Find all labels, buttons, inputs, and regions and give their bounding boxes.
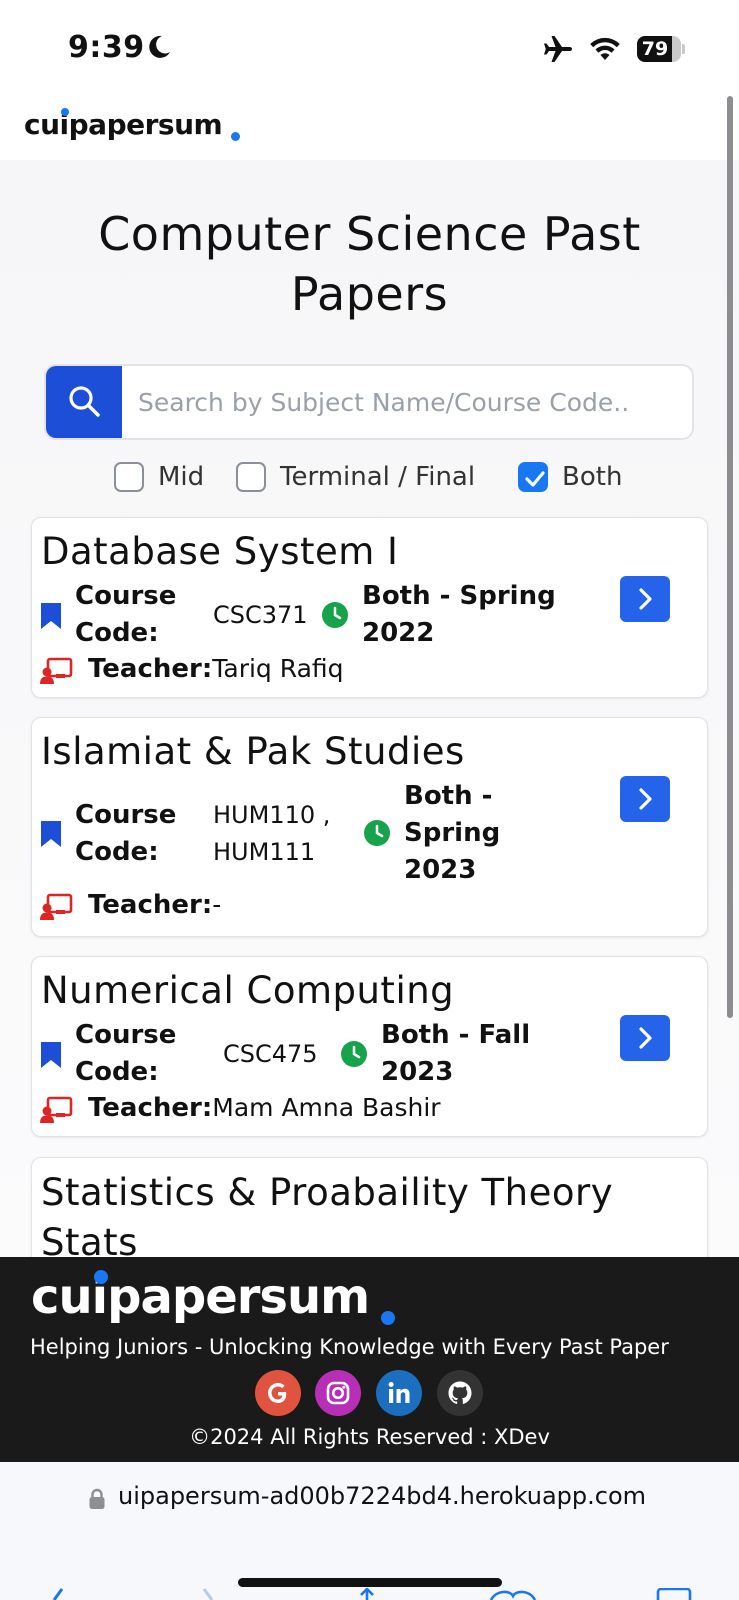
footer-logo-i-dot (94, 1270, 108, 1284)
search-input[interactable] (138, 366, 686, 438)
main-content: Computer Science Past Papers Mid Termina… (0, 160, 739, 1257)
filter-mid-label: Mid (158, 462, 205, 492)
paper-card[interactable]: Database System I Course Code: CSC371 Bo… (31, 517, 708, 698)
paper-card[interactable]: Numerical Computing Course Code: CSC475 … (31, 956, 708, 1137)
status-time: 9:39 (68, 30, 145, 65)
teacher-row: Teacher:Mam Amna Bashir (88, 1093, 441, 1123)
chevron-right-icon (639, 588, 652, 610)
site-header: cuipapersum (0, 90, 739, 160)
search-button[interactable] (46, 366, 122, 438)
terminal-checkbox[interactable] (236, 462, 266, 492)
chevron-right-icon (639, 1027, 652, 1049)
teacher-row: Teacher:- (88, 890, 221, 920)
back-icon[interactable] (48, 1588, 68, 1600)
url-text[interactable]: uipapersum-ad00b7224bd4.herokuapp.com (118, 1482, 646, 1510)
exam-term: Both - Spring 2022 (362, 581, 556, 648)
card-title: Islamiat & Pak Studies (41, 730, 465, 773)
teacher-name: Tariq Rafiq (212, 654, 344, 683)
page-title: Computer Science Past Papers (98, 207, 641, 321)
bookmark-icon (41, 603, 61, 629)
exam-type-filters: Mid Terminal / Final Both (0, 454, 739, 500)
both-checkbox[interactable] (518, 462, 548, 492)
clock-icon (341, 1041, 367, 1067)
filter-terminal-label: Terminal / Final (280, 462, 476, 492)
open-paper-button[interactable] (620, 576, 670, 622)
footer-logo-text: cuipapersum (31, 1269, 370, 1325)
battery-icon: 79 (637, 36, 685, 62)
teacher-icon (40, 893, 73, 920)
checkmark-icon (525, 471, 545, 487)
status-bar: 9:39 79 (0, 0, 739, 90)
teacher-label: Teacher: (88, 890, 213, 920)
teacher-label: Teacher: (88, 1093, 213, 1123)
instagram-link[interactable] (315, 1370, 361, 1416)
logo-dot (231, 132, 240, 141)
course-code-label: Course Code: (75, 1020, 177, 1087)
forward-icon[interactable] (200, 1588, 220, 1600)
logo-text: cuipapersum (24, 108, 223, 141)
mid-checkbox[interactable] (114, 462, 144, 492)
share-icon[interactable] (355, 1588, 379, 1600)
teacher-name: Mam Amna Bashir (212, 1093, 441, 1122)
clock-icon (364, 820, 390, 846)
footer-logo-dot (381, 1311, 395, 1325)
teacher-icon (40, 657, 73, 684)
exam-term: Both - Spring 2023 (404, 781, 501, 885)
course-code: CSC475 (223, 1040, 318, 1068)
paper-card[interactable]: Statistics & Proabaility Theory Stats (31, 1157, 708, 1257)
bookmark-icon (41, 821, 61, 847)
footer-tagline: Helping Juniors - Unlocking Knowledge wi… (30, 1335, 669, 1359)
linkedin-link[interactable] (376, 1370, 422, 1416)
filter-mid[interactable]: Mid (114, 454, 204, 500)
filter-both[interactable]: Both (518, 454, 622, 500)
search-icon (69, 386, 100, 417)
card-title: Numerical Computing (41, 969, 455, 1012)
card-title: Database System I (41, 530, 399, 573)
footer-logo[interactable]: cuipapersum (31, 1269, 395, 1325)
instagram-icon (315, 1370, 361, 1416)
paper-card[interactable]: Islamiat & Pak Studies Course Code: HUM1… (31, 717, 708, 937)
open-paper-button[interactable] (620, 1015, 670, 1061)
course-code: HUM110 , HUM111 (213, 801, 331, 866)
course-code-label: Course Code: (75, 800, 177, 867)
teacher-row: Teacher:Tariq Rafiq (88, 654, 344, 684)
wifi-icon (590, 37, 620, 60)
card-title: Statistics & Proabaility Theory Stats (41, 1171, 614, 1257)
browser-address-bar[interactable]: uipapersum-ad00b7224bd4.herokuapp.com (0, 1462, 739, 1600)
tabs-icon[interactable] (656, 1588, 692, 1600)
battery-level: 79 (641, 38, 669, 60)
clock-icon (322, 602, 348, 628)
home-indicator (238, 1578, 502, 1587)
bookmarks-icon[interactable] (488, 1588, 538, 1600)
teacher-name: - (212, 890, 222, 919)
lock-icon (89, 1488, 105, 1509)
exam-term: Both - Fall 2023 (381, 1020, 531, 1087)
github-link[interactable] (437, 1370, 483, 1416)
teacher-label: Teacher: (88, 654, 213, 684)
copyright: ©2024 All Rights Reserved : XDev (189, 1425, 550, 1449)
moon-icon (149, 35, 170, 58)
airplane-icon (544, 36, 572, 62)
logo-i-dot (61, 108, 69, 116)
filter-terminal[interactable]: Terminal / Final (236, 454, 475, 500)
github-icon (437, 1370, 483, 1416)
site-footer: cuipapersum Helping Juniors - Unlocking … (0, 1257, 739, 1462)
search-bar (44, 364, 694, 440)
linkedin-icon (376, 1370, 422, 1416)
google-link[interactable] (255, 1370, 301, 1416)
page-scrollbar[interactable] (727, 96, 733, 1018)
open-paper-button[interactable] (620, 776, 670, 822)
teacher-icon (40, 1096, 73, 1123)
chevron-right-icon (639, 788, 652, 810)
course-code: CSC371 (213, 601, 308, 629)
course-code-label: Course Code: (75, 581, 177, 648)
google-icon (255, 1370, 301, 1416)
site-logo[interactable]: cuipapersum (24, 108, 240, 141)
bookmark-icon (41, 1042, 61, 1068)
filter-both-label: Both (562, 462, 623, 492)
